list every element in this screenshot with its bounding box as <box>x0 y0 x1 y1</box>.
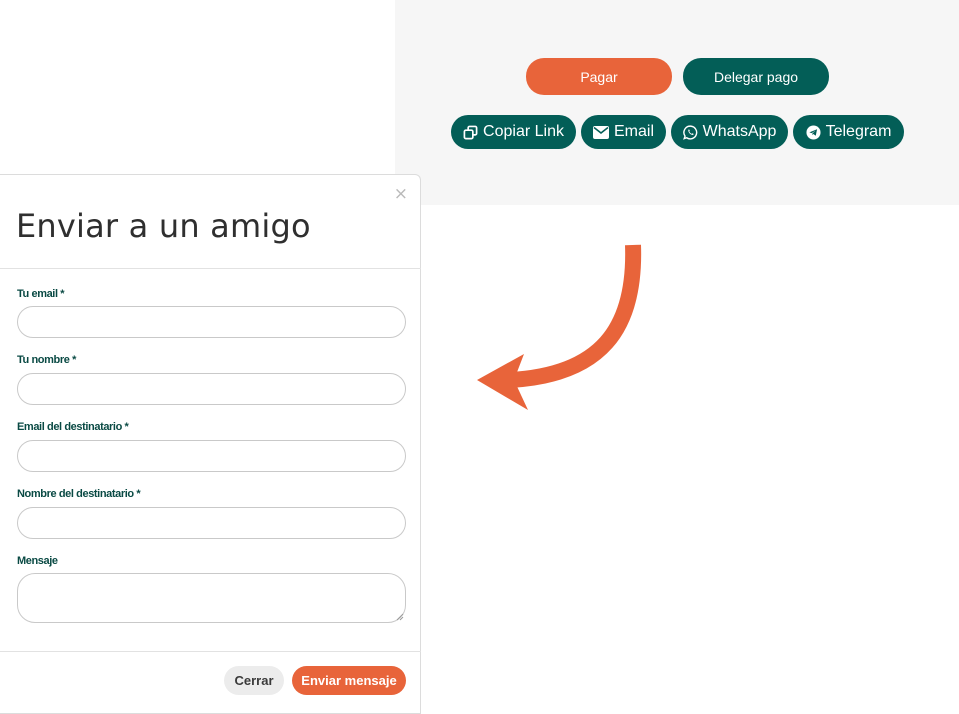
payment-panel: Pagar Delegar pago Copiar Link Email Wha… <box>395 0 959 205</box>
recipient-name-input[interactable] <box>17 507 406 539</box>
modal-header-divider <box>0 268 421 269</box>
cancel-button[interactable]: Cerrar <box>224 666 284 695</box>
telegram-icon <box>806 124 821 140</box>
copy-icon <box>463 125 478 140</box>
whatsapp-icon <box>682 124 698 140</box>
message-label: Mensaje <box>17 555 58 567</box>
envelope-icon <box>592 125 609 139</box>
your-name-input[interactable] <box>17 373 406 405</box>
recipient-name-label: Nombre del destinatario * <box>17 488 141 500</box>
pay-button[interactable]: Pagar <box>526 58 672 95</box>
close-icon[interactable]: × <box>394 186 408 203</box>
modal-footer-divider <box>0 651 421 652</box>
whatsapp-share-button[interactable]: WhatsApp <box>671 115 788 149</box>
your-email-input[interactable] <box>17 306 406 338</box>
copy-link-button[interactable]: Copiar Link <box>451 115 576 149</box>
curved-arrow-icon <box>477 244 642 410</box>
recipient-email-label: Email del destinatario * <box>17 421 129 433</box>
copy-link-label: Copiar Link <box>483 123 564 140</box>
your-name-label: Tu nombre * <box>17 354 76 366</box>
telegram-share-label: Telegram <box>825 123 892 140</box>
send-to-friend-modal: × Enviar a un amigo Tu email * Tu nombre… <box>0 174 421 714</box>
modal-title: Enviar a un amigo <box>16 207 311 245</box>
delegate-payment-button[interactable]: Delegar pago <box>683 58 829 95</box>
resize-handle-icon[interactable] <box>395 612 404 621</box>
email-share-button[interactable]: Email <box>581 115 666 149</box>
whatsapp-share-label: WhatsApp <box>702 123 777 140</box>
email-share-label: Email <box>613 123 654 140</box>
your-email-label: Tu email * <box>17 288 65 300</box>
telegram-share-button[interactable]: Telegram <box>793 115 904 149</box>
page: Pagar Delegar pago Copiar Link Email Wha… <box>0 0 959 714</box>
message-textarea[interactable] <box>17 573 406 623</box>
send-message-button[interactable]: Enviar mensaje <box>292 666 406 695</box>
recipient-email-input[interactable] <box>17 440 406 472</box>
